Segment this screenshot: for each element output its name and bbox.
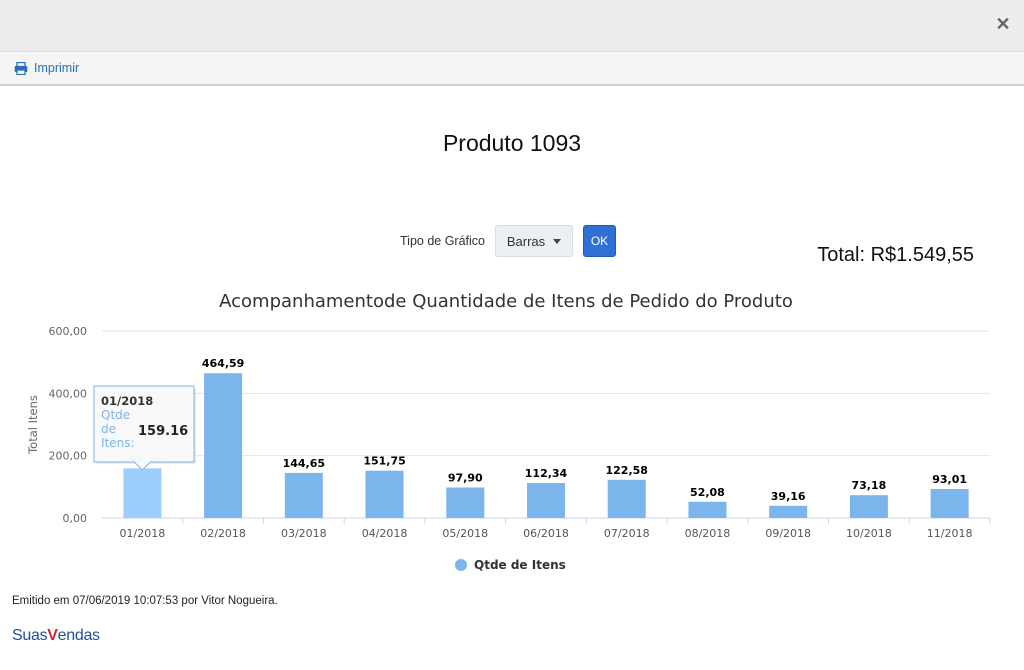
print-button[interactable]: Imprimir <box>14 61 79 75</box>
brand-logo: SuasVendas <box>12 627 100 645</box>
bar <box>284 472 323 518</box>
bar <box>446 487 485 518</box>
bar <box>365 470 404 518</box>
data-label: 122,58 <box>606 464 648 477</box>
y-tick-label: 600,00 <box>49 325 88 338</box>
x-tick-label: 01/2018 <box>120 527 166 540</box>
bar <box>849 495 888 518</box>
y-axis-title: Total Itens <box>26 395 40 455</box>
emitted-text: Emitido em 07/06/2019 10:07:53 por Vitor… <box>12 595 278 607</box>
chart-type-label: Tipo de Gráfico <box>400 234 485 248</box>
bar <box>123 468 162 518</box>
bar <box>688 501 727 518</box>
tooltip-series-label: Itens: <box>101 436 135 450</box>
data-label: 464,59 <box>202 357 244 370</box>
chart-title: Acompanhamentode Quantidade de Itens de … <box>219 291 793 312</box>
x-tick-label: 10/2018 <box>846 527 892 540</box>
x-tick-label: 09/2018 <box>765 527 811 540</box>
bar <box>769 505 808 518</box>
brand-part-1: Suas <box>12 627 48 644</box>
tooltip-series-label: de <box>101 422 116 436</box>
close-icon[interactable]: ✕ <box>994 15 1012 33</box>
bar <box>204 373 243 518</box>
total-value: Total: R$1.549,55 <box>817 244 974 266</box>
brand-part-3: endas <box>57 627 100 644</box>
y-tick-label: 200,00 <box>49 450 88 463</box>
tooltip-value: 159.16 <box>138 424 188 439</box>
data-label: 112,34 <box>525 467 568 480</box>
bar <box>527 482 565 518</box>
data-label: 93,01 <box>932 473 967 486</box>
chart-type-select[interactable]: Barras <box>495 225 573 257</box>
x-tick-label: 11/2018 <box>927 527 973 540</box>
modal-header: ✕ <box>0 0 1024 52</box>
data-label: 52,08 <box>690 486 725 499</box>
bar <box>930 489 969 518</box>
x-tick-label: 07/2018 <box>604 527 650 540</box>
y-tick-label: 0,00 <box>63 512 88 525</box>
print-label: Imprimir <box>34 61 80 75</box>
y-tick-label: 400,00 <box>49 387 88 400</box>
tooltip-category: 01/2018 <box>101 394 153 408</box>
toolbar: Imprimir <box>0 52 1024 86</box>
brand-part-2: V <box>47 627 58 644</box>
bar <box>607 479 646 518</box>
chart-type-value: Barras <box>506 233 546 249</box>
data-label: 73,18 <box>852 479 887 492</box>
page-title: Produto 1093 <box>442 130 582 156</box>
chart-controls: Tipo de Gráfico Barras OK <box>400 225 616 257</box>
caret-down-icon <box>553 238 562 244</box>
printer-icon <box>14 61 28 75</box>
tooltip-series-label: Qtde <box>101 408 130 422</box>
data-label: 144,65 <box>283 457 325 470</box>
x-tick-label: 02/2018 <box>200 527 246 540</box>
x-tick-label: 08/2018 <box>685 527 731 540</box>
data-label: 97,90 <box>448 471 483 484</box>
x-tick-label: 05/2018 <box>442 527 488 540</box>
data-label: 151,75 <box>363 455 405 468</box>
ok-button[interactable]: OK <box>583 225 616 257</box>
legend-marker <box>455 559 467 571</box>
x-tick-label: 04/2018 <box>362 527 408 540</box>
bar-chart: Acompanhamentode Quantidade de Itens de … <box>26 291 991 572</box>
x-tick-label: 06/2018 <box>523 527 569 540</box>
data-label: 39,16 <box>771 490 806 503</box>
legend-label: Qtde de Itens <box>474 558 566 572</box>
x-tick-label: 03/2018 <box>281 527 327 540</box>
